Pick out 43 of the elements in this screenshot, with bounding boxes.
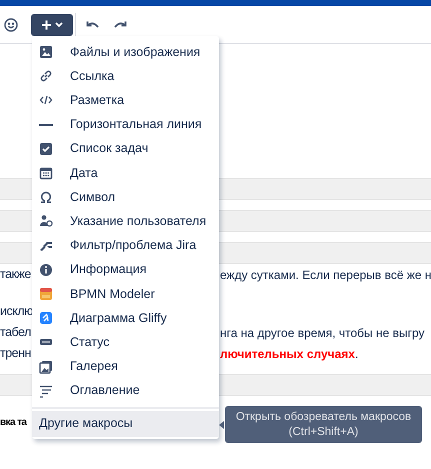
chevron-down-icon <box>54 22 63 28</box>
body-text: лючительных случаях. <box>220 346 358 362</box>
body-text: табел <box>0 324 32 342</box>
emoji-icon[interactable] <box>4 18 18 32</box>
menu-item[interactable]: Горизонтальная линия <box>32 112 219 137</box>
menu-item[interactable]: Файлы и изображения <box>32 40 219 64</box>
body-text: нга на другое время, чтобы не выгру <box>220 324 425 342</box>
insert-button[interactable]: + <box>31 14 73 36</box>
menu-item[interactable]: Фильтр/проблема Jira <box>32 234 219 258</box>
menu-item[interactable]: Статус <box>32 330 219 354</box>
diagram-icon <box>39 286 53 301</box>
tooltip-text: Открыть обозреватель макросов <box>236 410 412 424</box>
menu-item[interactable]: Диаграмма Gliffy <box>32 306 219 330</box>
gallery-icon <box>39 360 53 374</box>
list-icon <box>39 384 53 398</box>
menu-item[interactable]: Оглавление <box>32 378 219 403</box>
menu-item[interactable]: Другие макросы <box>32 410 219 437</box>
body-text: тренн <box>0 345 32 362</box>
checkbox-icon <box>39 142 53 156</box>
menu-item[interactable]: Указание пользователя <box>32 209 219 234</box>
body-text: также <box>0 266 32 284</box>
image-icon <box>39 45 53 60</box>
link-icon <box>39 69 53 84</box>
menu-item[interactable]: Дата <box>32 160 219 186</box>
horizontal-line-icon <box>39 124 53 126</box>
menu-item[interactable]: Ссылка <box>32 64 219 88</box>
user-icon <box>39 214 53 228</box>
calendar-icon <box>39 166 53 180</box>
diagram-icon <box>39 311 53 326</box>
undo-icon[interactable] <box>86 20 100 30</box>
body-text: ежду сутками. Если перерыв всё же н <box>220 266 431 284</box>
redo-icon[interactable] <box>113 20 127 30</box>
body-text: вка та <box>0 416 26 430</box>
menu-item[interactable]: Список задач <box>32 136 219 161</box>
body-text: исклю <box>0 303 32 320</box>
info-icon <box>39 262 53 277</box>
tooltip-text: (Ctrl+Shift+A) <box>288 424 358 440</box>
menu-item[interactable]: Галерея <box>32 354 219 379</box>
omega-icon <box>39 190 53 204</box>
menu-item[interactable]: Информация <box>32 258 219 282</box>
menu-item[interactable]: Разметка <box>32 88 219 113</box>
menu-item[interactable]: Символ <box>32 185 219 210</box>
menu-item[interactable]: BPMN Modeler <box>32 282 219 306</box>
